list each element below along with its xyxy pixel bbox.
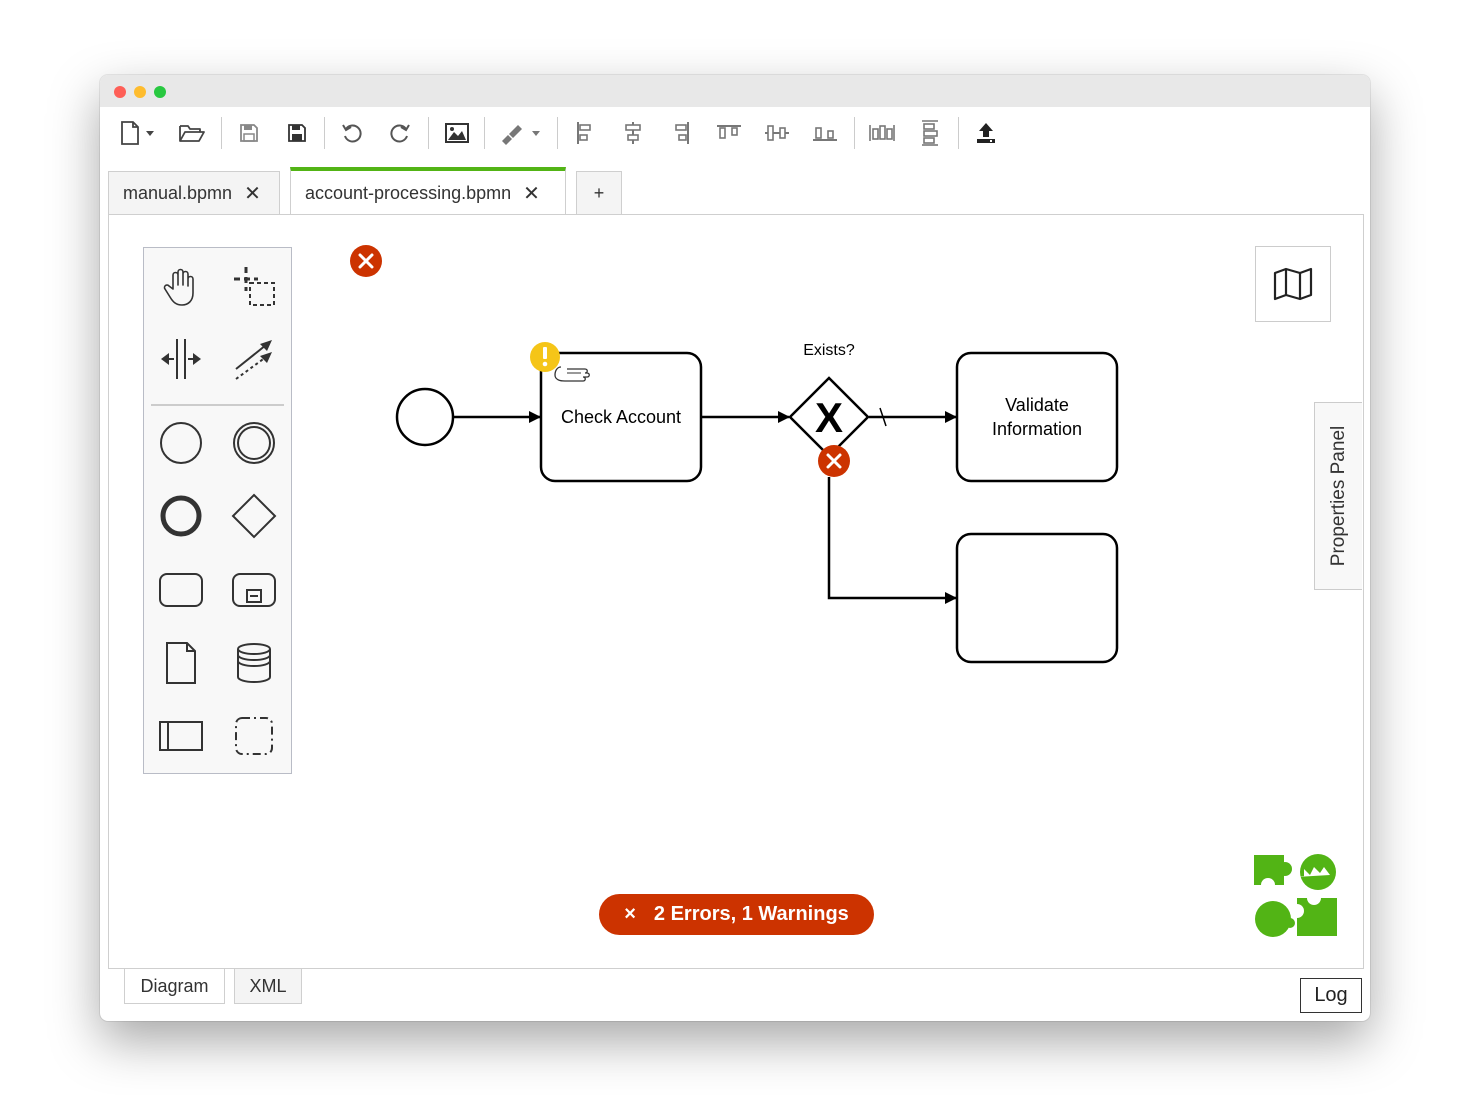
color-picker-button[interactable] [496, 119, 544, 147]
task-label: Check Account [561, 407, 681, 427]
export-image-icon [445, 123, 469, 143]
align-center-icon [625, 122, 641, 144]
gateway-error-badge[interactable] [818, 445, 850, 477]
align-top-icon [717, 125, 741, 139]
tab-label: XML [249, 975, 287, 996]
close-tab-icon[interactable]: ✕ [523, 181, 540, 206]
color-brush-icon [502, 125, 540, 145]
align-bottom-icon [813, 127, 837, 141]
error-icon: × [624, 903, 636, 925]
toolbar-separator [854, 117, 855, 149]
tab-label: account-processing.bpmn [305, 182, 512, 203]
warning-badge[interactable] [530, 342, 560, 372]
minimize-window-button[interactable] [134, 86, 146, 98]
view-tabs: Diagram XML [100, 969, 1370, 1021]
save-as-button[interactable] [279, 119, 315, 147]
map-icon [1273, 267, 1313, 301]
tab-diagram[interactable]: Diagram [124, 969, 225, 1004]
align-right-button[interactable] [663, 119, 699, 147]
distribute-vertical-icon [922, 120, 938, 146]
log-label: Log [1314, 984, 1348, 1006]
task-label-line-2: Information [992, 419, 1082, 439]
redo-icon [390, 124, 410, 143]
task-label-line-1: Validate [1005, 395, 1069, 415]
toolbar-separator [958, 117, 959, 149]
distribute-vertical-button[interactable] [912, 119, 948, 147]
new-file-icon [121, 121, 154, 145]
process-error-badge[interactable] [350, 245, 382, 277]
lint-summary-text: 2 Errors, 1 Warnings [653, 903, 849, 925]
close-window-button[interactable] [114, 86, 126, 98]
properties-panel-toggle[interactable]: Properties Panel [1314, 402, 1362, 590]
sequence-flow[interactable] [827, 477, 957, 604]
new-file-button[interactable] [112, 119, 160, 147]
align-middle-icon [765, 125, 789, 141]
task-unnamed[interactable] [955, 532, 1119, 664]
gateway-symbol: X [815, 394, 843, 441]
align-left-button[interactable] [567, 119, 603, 147]
hand-cursor-icon [554, 366, 590, 382]
align-middle-button[interactable] [759, 119, 795, 147]
distribute-horizontal-icon [869, 125, 895, 141]
open-file-button[interactable] [174, 119, 210, 147]
redo-button[interactable] [382, 119, 418, 147]
toolbar-separator [428, 117, 429, 149]
start-event[interactable] [395, 387, 455, 447]
plus-icon: + [593, 183, 605, 203]
close-tab-icon[interactable]: ✕ [244, 181, 261, 206]
tab-account-processing[interactable]: account-processing.bpmn ✕ [290, 167, 566, 215]
log-button[interactable]: Log [1300, 978, 1362, 1013]
export-image-button[interactable] [439, 119, 475, 147]
tab-manual[interactable]: manual.bpmn ✕ [108, 171, 280, 215]
title-bar [100, 75, 1370, 107]
toolbar-separator [484, 117, 485, 149]
align-left-icon [577, 122, 591, 144]
minimap-toggle-button[interactable] [1255, 246, 1331, 322]
undo-icon [342, 124, 362, 143]
toolbar [100, 107, 1370, 159]
save-button[interactable] [231, 119, 267, 147]
tab-xml[interactable]: XML [234, 969, 302, 1004]
toolbar-separator [557, 117, 558, 149]
tab-label: manual.bpmn [123, 183, 233, 203]
app-window: manual.bpmn ✕ account-processing.bpmn ✕ … [100, 75, 1370, 1021]
save-as-icon [288, 124, 306, 142]
align-center-button[interactable] [615, 119, 651, 147]
file-tabs: manual.bpmn ✕ account-processing.bpmn ✕ … [100, 165, 1370, 215]
new-tab-button[interactable]: + [576, 171, 622, 215]
deploy-button[interactable] [968, 119, 1004, 147]
properties-panel-label: Properties Panel [1327, 425, 1349, 567]
lint-summary-button[interactable]: × 2 Errors, 1 Warnings [599, 894, 874, 935]
toolbar-separator [221, 117, 222, 149]
toolbar-separator [324, 117, 325, 149]
gateway-label: Exists? [803, 342, 855, 359]
align-right-icon [675, 122, 689, 144]
save-icon [240, 124, 258, 142]
bpmn-diagram: Check Account X Exists? Validate Informa… [350, 245, 1119, 664]
undo-button[interactable] [334, 119, 370, 147]
camunda-logo [1254, 854, 1337, 937]
task-validate-information[interactable] [955, 351, 1119, 483]
zoom-window-button[interactable] [154, 86, 166, 98]
align-bottom-button[interactable] [807, 119, 843, 147]
align-top-button[interactable] [711, 119, 747, 147]
deploy-icon [977, 123, 995, 143]
tab-label: Diagram [140, 975, 209, 996]
diagram-canvas[interactable]: Check Account X Exists? Validate Informa… [108, 214, 1364, 969]
distribute-horizontal-button[interactable] [864, 119, 900, 147]
open-folder-icon [179, 125, 205, 142]
